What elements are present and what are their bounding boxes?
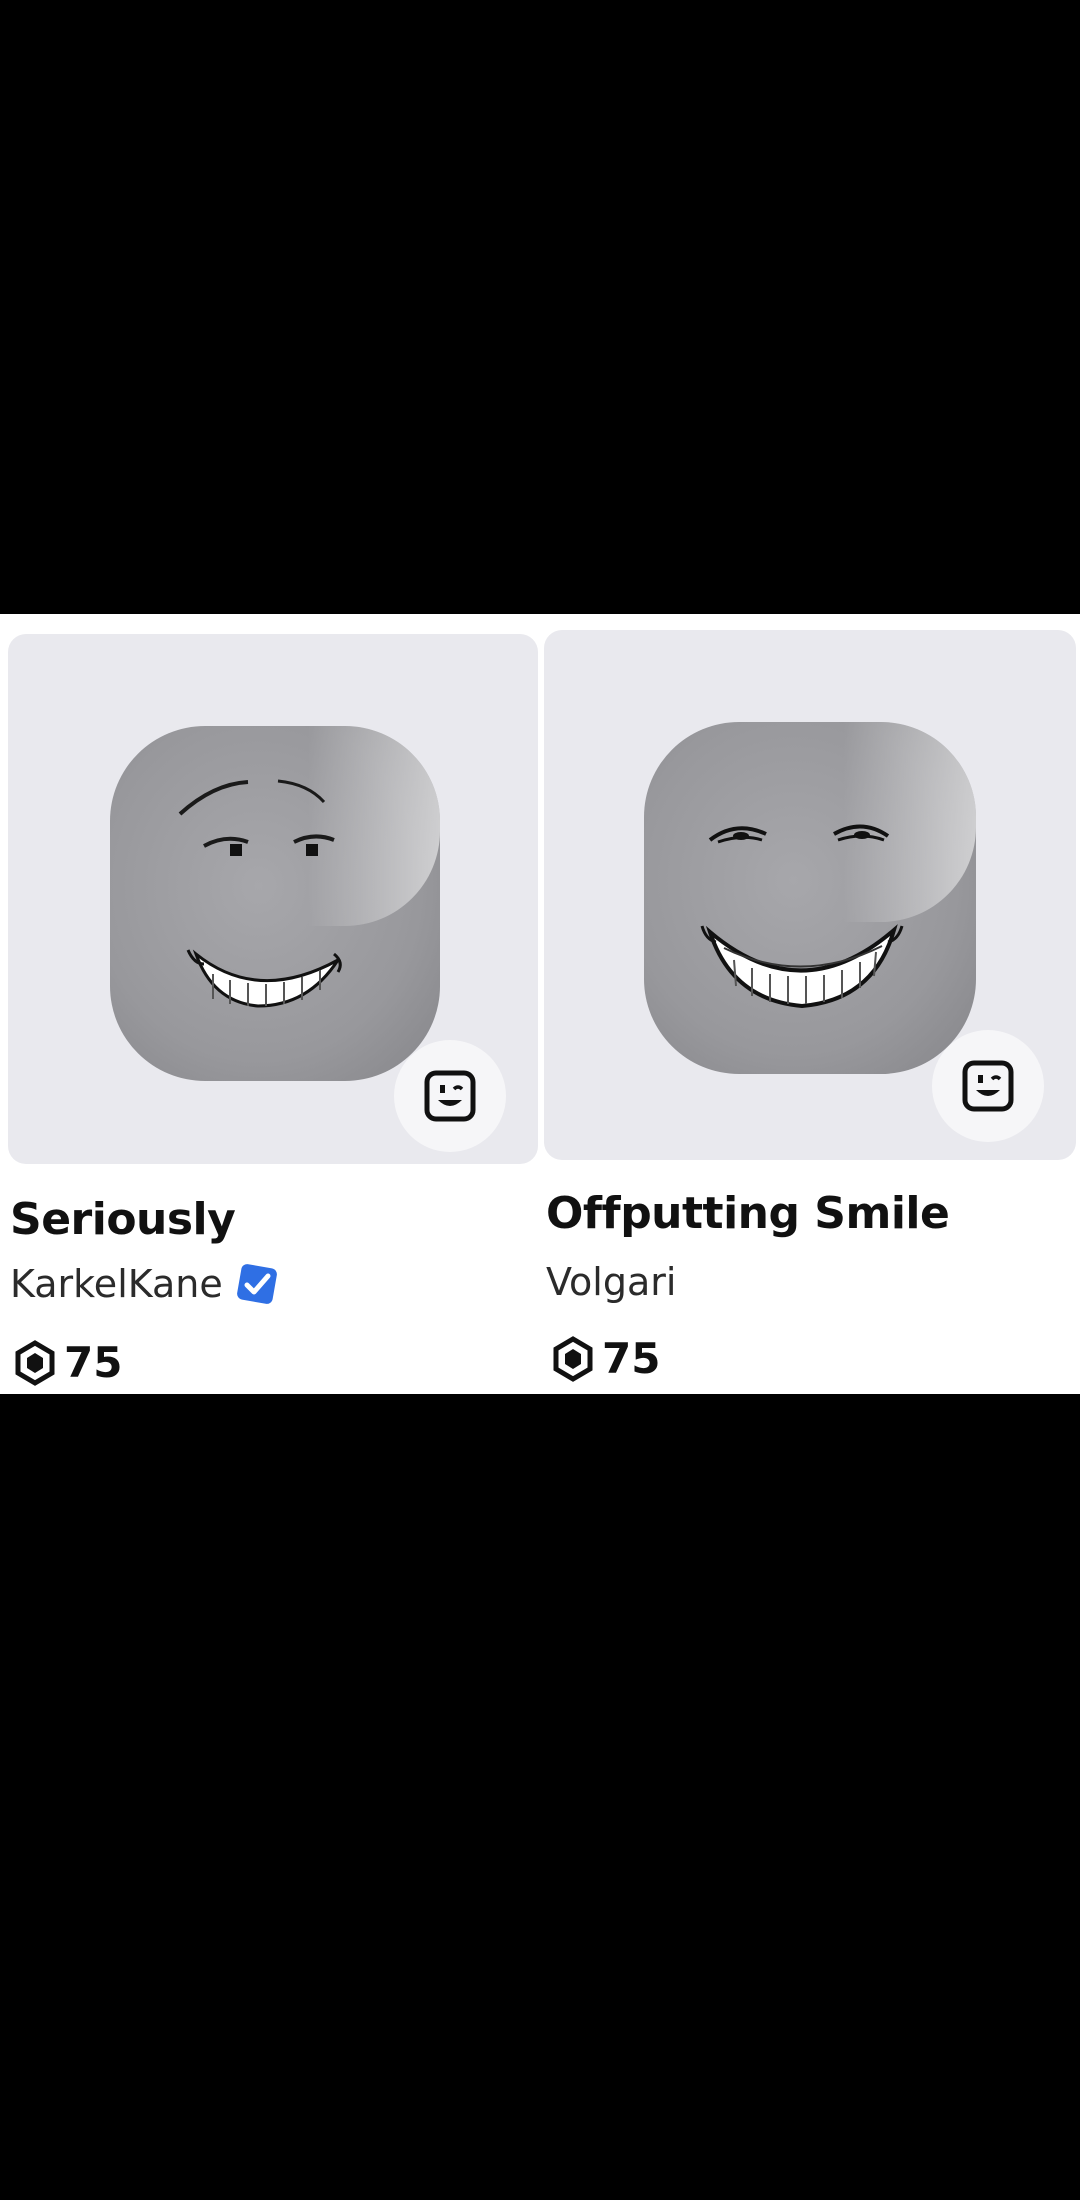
verified-badge-icon: [236, 1264, 277, 1304]
item-thumbnail[interactable]: [8, 634, 538, 1164]
price-value: 75: [64, 1338, 123, 1387]
catalog-item-card-offputting-smile[interactable]: Offputting Smile Volgari 75: [540, 614, 1080, 1394]
robux-icon: [553, 1335, 593, 1382]
creator-name[interactable]: Volgari: [546, 1260, 676, 1304]
price-row: 75: [550, 1334, 660, 1383]
face-accessory-badge: [932, 1030, 1044, 1142]
catalog-results-row: Seriously KarkelKane 75 Offputting Smile…: [0, 614, 1080, 1394]
creator-name[interactable]: KarkelKane: [10, 1262, 223, 1306]
creator-row[interactable]: KarkelKane: [10, 1262, 279, 1306]
price-row: 75: [12, 1338, 122, 1387]
creator-row[interactable]: Volgari: [546, 1260, 676, 1304]
item-name[interactable]: Seriously: [10, 1194, 236, 1245]
item-thumbnail[interactable]: [544, 630, 1076, 1160]
face-accessory-icon: [424, 1070, 476, 1122]
item-name[interactable]: Offputting Smile: [546, 1188, 950, 1239]
robux-icon: [15, 1339, 55, 1386]
face-accessory-icon: [962, 1060, 1014, 1112]
catalog-item-card-seriously[interactable]: Seriously KarkelKane 75: [0, 614, 540, 1394]
face-accessory-badge: [394, 1040, 506, 1152]
price-value: 75: [602, 1334, 661, 1383]
